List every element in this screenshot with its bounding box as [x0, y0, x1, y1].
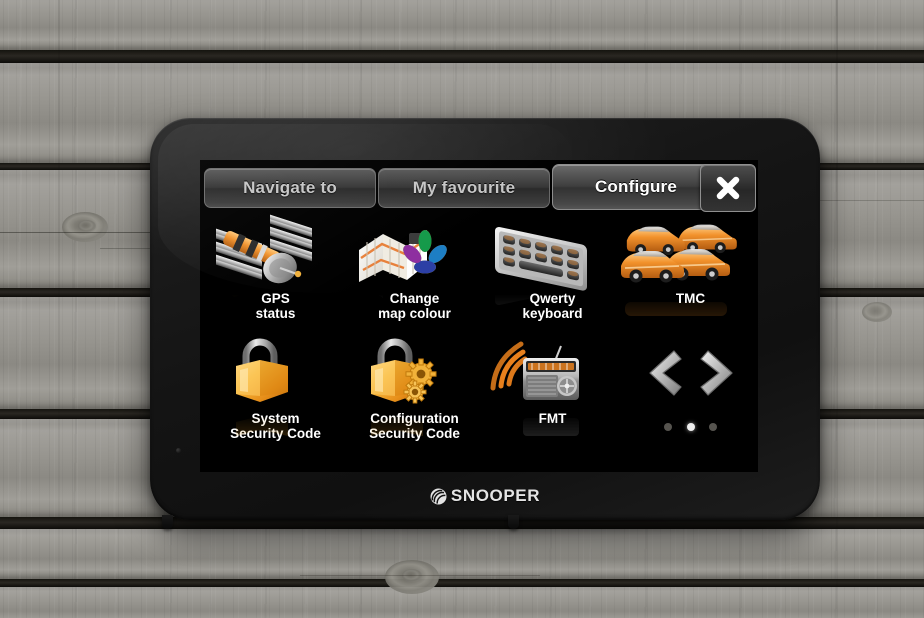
icon-reflection — [345, 290, 484, 316]
traffic-cars-icon — [621, 216, 758, 316]
close-icon — [713, 173, 743, 203]
grid-item-change-map-colour[interactable]: Change map colour — [345, 216, 484, 321]
padlock-icon — [206, 336, 345, 436]
grid-item-gps-status[interactable]: GPS status — [206, 214, 345, 321]
next-page-button[interactable] — [693, 346, 739, 400]
icon-reflection — [621, 290, 758, 316]
page-dot-3[interactable] — [708, 423, 717, 431]
tab-configure-label: Configure — [594, 177, 678, 196]
close-button[interactable] — [700, 164, 756, 212]
configure-icon-grid: GPS status Change map colour Qwerty keyb… — [200, 212, 758, 458]
gps-device-body: Navigate to My favourite Configure GPS s… — [150, 118, 820, 529]
icon-reflection — [206, 410, 345, 436]
device-port-dot — [176, 448, 181, 453]
brand-name: SNOOPER — [450, 486, 541, 505]
brand-logo: SNOOPER — [150, 486, 820, 506]
tab-bar: Navigate to My favourite Configure — [200, 160, 758, 212]
map-colour-icon — [345, 216, 484, 298]
page-dot-1[interactable] — [664, 423, 673, 431]
snooper-logo-icon — [430, 488, 447, 505]
icon-reflection — [483, 290, 622, 316]
device-mount-nub-left — [162, 515, 173, 529]
previous-page-button[interactable] — [643, 346, 689, 400]
radio-icon — [483, 336, 622, 436]
icon-reflection — [345, 410, 484, 436]
icon-reflection — [483, 410, 622, 436]
device-screen: Navigate to My favourite Configure GPS s… — [200, 160, 758, 472]
grid-item-configuration-security-code[interactable]: Configuration Security Code — [345, 336, 484, 441]
tab-navigate-to[interactable]: Navigate to — [204, 168, 376, 208]
tab-configure[interactable]: Configure — [552, 164, 720, 210]
grid-item-system-security-code[interactable]: System Security Code — [206, 336, 345, 441]
tab-my-favourite[interactable]: My favourite — [378, 168, 550, 208]
tab-navigate-to-label: Navigate to — [243, 178, 337, 197]
pager-controls — [621, 336, 758, 410]
page-dot-2[interactable] — [686, 423, 695, 431]
page-indicator-dots — [621, 418, 758, 436]
keyboard-icon — [483, 216, 622, 306]
padlock-gear-icon — [345, 336, 484, 436]
device-mount-nub-right — [508, 515, 519, 529]
grid-item-tmc[interactable]: TMC — [621, 216, 758, 316]
tab-my-favourite-label: My favourite — [412, 178, 516, 197]
grid-item-qwerty-keyboard[interactable]: Qwerty keyboard — [483, 216, 622, 321]
icon-reflection — [206, 290, 345, 316]
satellite-icon — [206, 214, 345, 297]
grid-item-fmt[interactable]: FMT — [483, 336, 622, 436]
